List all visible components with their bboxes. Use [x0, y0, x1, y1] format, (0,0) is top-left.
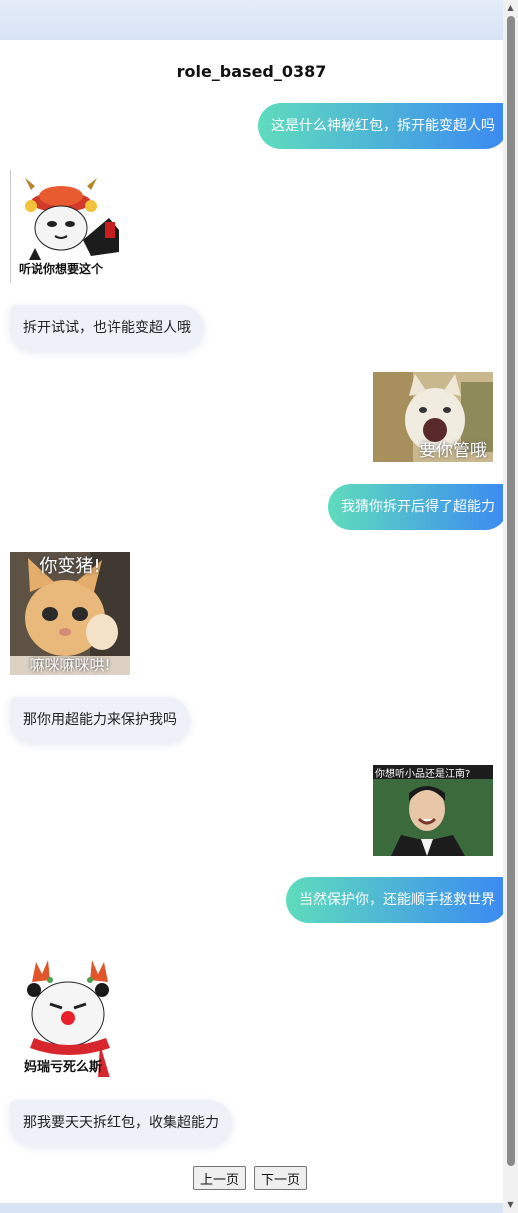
next-page-button[interactable]: 下一页	[254, 1166, 308, 1190]
panda-sticker: 听说你想要这个	[10, 170, 131, 283]
prev-page-button[interactable]: 上一页	[193, 1166, 247, 1190]
sticker-caption: 妈瑞亏死么斯	[24, 1060, 103, 1075]
scroll-up-arrow-icon[interactable]: ▲	[505, 2, 516, 14]
sticker-caption: 要你管哦	[419, 441, 487, 461]
sticker-caption: 你想听小品还是江南?	[375, 769, 471, 780]
reindeer-panda-sticker: 妈瑞亏死么斯	[10, 952, 130, 1077]
message-bubble-received: 那我要天天拆红包，收集超能力	[10, 1100, 232, 1146]
message-bubble-sent: 我猜你拆开后得了超能力	[328, 484, 508, 530]
sticker-caption-bottom: 嘛咪嘛咪哄!	[29, 656, 111, 674]
chat-title: role_based_0387	[176, 62, 327, 81]
message-bubble-received: 那你用超能力来保护我吗	[10, 697, 190, 743]
top-banner	[0, 0, 503, 40]
scrollbar-thumb[interactable]	[507, 16, 515, 1166]
sticker-caption: 听说你想要这个	[19, 262, 104, 276]
bottom-banner	[0, 1203, 503, 1213]
kitten-sticker: 你变猪! 嘛咪嘛咪哄!	[10, 552, 130, 675]
cat-sticker: 要你管哦	[373, 372, 493, 462]
scroll-down-arrow-icon[interactable]: ▼	[505, 1199, 516, 1211]
message-bubble-received: 拆开试试，也许能变超人哦	[10, 305, 204, 351]
sticker-caption-top: 你变猪!	[39, 556, 101, 577]
man-sticker: 你想听小品还是江南?	[373, 765, 493, 856]
message-bubble-sent: 这是什么神秘红包，拆开能变超人吗	[258, 103, 508, 149]
message-bubble-sent: 当然保护你，还能顺手拯救世界	[286, 877, 508, 923]
